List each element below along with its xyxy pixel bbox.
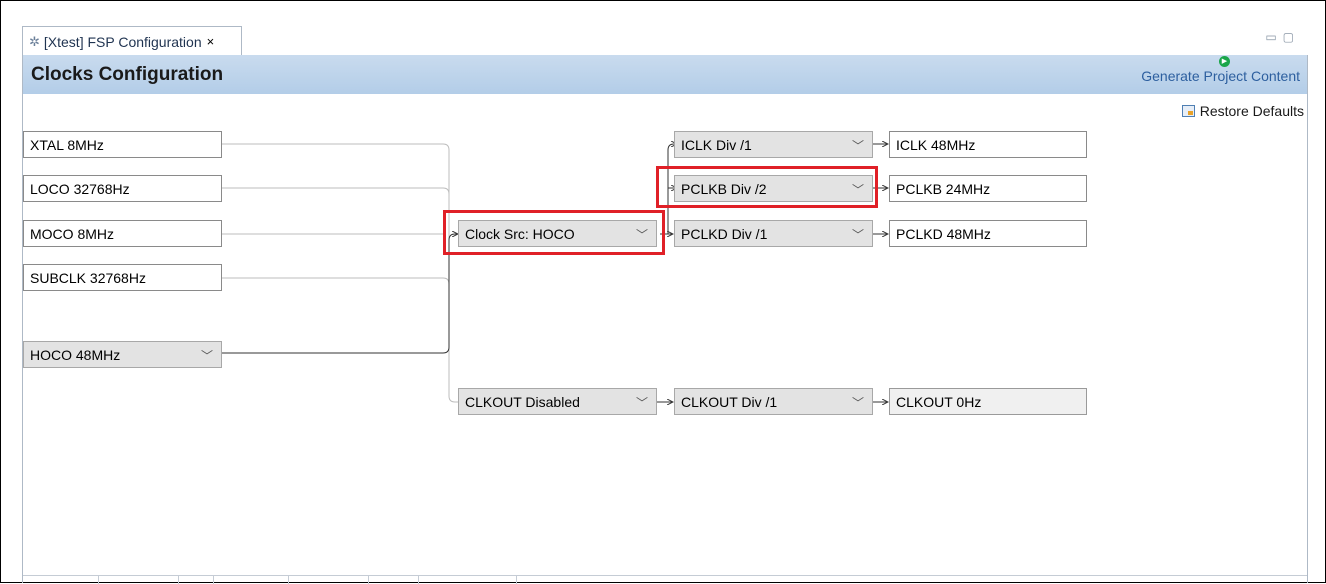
hoco-frequency-dropdown[interactable]: HOCO 48MHz ﹀ <box>23 341 222 368</box>
chevron-down-icon: ﹀ <box>851 228 864 242</box>
moco-label: MOCO 8MHz <box>30 225 114 242</box>
clock-source-dropdown[interactable]: Clock Src: HOCO ﹀ <box>458 220 657 247</box>
clock-source-label: Clock Src: HOCO <box>465 225 575 242</box>
subclk-source-field: SUBCLK 32768Hz <box>23 264 222 291</box>
chevron-down-icon: ﹀ <box>851 139 864 153</box>
chevron-down-icon: ﹀ <box>851 183 864 197</box>
loco-label: LOCO 32768Hz <box>30 180 130 197</box>
iclk-output-label: ICLK 48MHz <box>896 136 976 153</box>
pclkd-output-field: PCLKD 48MHz <box>889 220 1087 247</box>
subclk-label: SUBCLK 32768Hz <box>30 269 146 286</box>
iclk-divider-dropdown[interactable]: ICLK Div /1 ﹀ <box>674 131 873 158</box>
pclkb-output-label: PCLKB 24MHz <box>896 180 991 197</box>
hoco-label: HOCO 48MHz <box>30 346 121 363</box>
chevron-down-icon: ﹀ <box>851 396 864 410</box>
pclkb-output-field: PCLKB 24MHz <box>889 175 1087 202</box>
pclkd-divider-dropdown[interactable]: PCLKD Div /1 ﹀ <box>674 220 873 247</box>
clock-wiring <box>222 0 1326 583</box>
pclkb-divider-label: PCLKB Div /2 <box>681 180 767 197</box>
clkout-divider-dropdown[interactable]: CLKOUT Div /1 ﹀ <box>674 388 873 415</box>
chevron-down-icon: ﹀ <box>635 228 648 242</box>
chevron-down-icon: ﹀ <box>635 396 648 410</box>
clkout-output-field: CLKOUT 0Hz <box>889 388 1087 415</box>
pclkd-output-label: PCLKD 48MHz <box>896 225 991 242</box>
clkout-divider-label: CLKOUT Div /1 <box>681 393 778 410</box>
clkout-source-dropdown[interactable]: CLKOUT Disabled ﹀ <box>458 388 657 415</box>
moco-source-field: MOCO 8MHz <box>23 220 222 247</box>
iclk-output-field: ICLK 48MHz <box>889 131 1087 158</box>
xtal-label: XTAL 8MHz <box>30 136 104 153</box>
xtal-source-field: XTAL 8MHz <box>23 131 222 158</box>
clkout-output-label: CLKOUT 0Hz <box>896 393 982 410</box>
clkout-source-label: CLKOUT Disabled <box>465 393 580 410</box>
pclkd-divider-label: PCLKD Div /1 <box>681 225 768 242</box>
pclkb-divider-dropdown[interactable]: PCLKB Div /2 ﹀ <box>674 175 873 202</box>
loco-source-field: LOCO 32768Hz <box>23 175 222 202</box>
iclk-divider-label: ICLK Div /1 <box>681 136 752 153</box>
chevron-down-icon: ﹀ <box>200 349 213 363</box>
